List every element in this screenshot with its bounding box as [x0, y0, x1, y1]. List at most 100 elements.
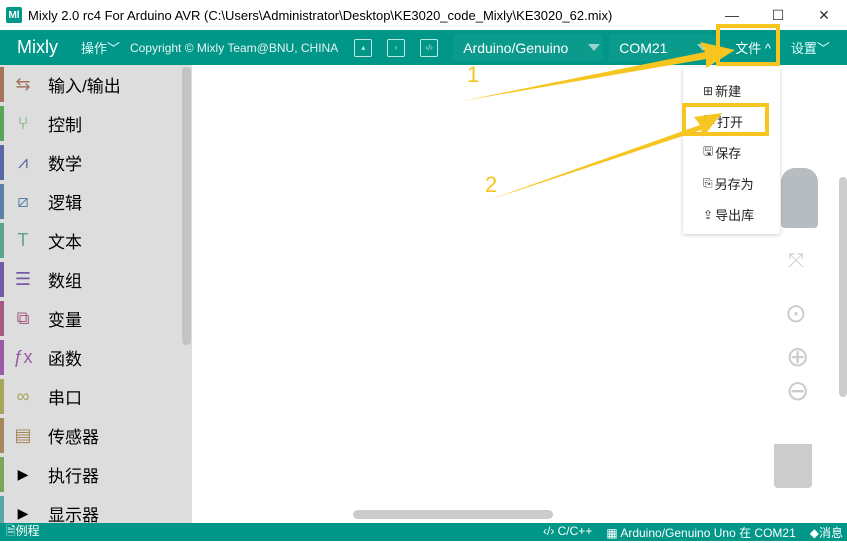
port-value: COM21	[619, 39, 668, 56]
category-icon: ƒx	[13, 347, 33, 367]
menu-item-label: 保存	[715, 146, 742, 161]
menu-item-label: 导出库	[715, 208, 755, 223]
category-icon: ⧄	[17, 191, 29, 211]
sidebar-category-item[interactable]: ▤ 传感器	[0, 416, 192, 455]
category-color-stripe	[0, 457, 4, 492]
category-icon: ⑂	[17, 113, 29, 133]
sidebar-category-item[interactable]: ƒx 函数	[0, 338, 192, 377]
examples-button[interactable]: 🗎例程	[6, 522, 40, 543]
file-menu-item[interactable]: 🗀 打开	[683, 106, 780, 137]
category-label: 显示器	[48, 506, 99, 523]
dropdown-arrow-icon	[588, 44, 601, 51]
category-label: 函数	[48, 350, 82, 369]
zoom-out-icon[interactable]: ⊖	[786, 374, 809, 407]
workspace-vertical-scrollbar[interactable]	[839, 177, 847, 397]
menu-item-icon: ⎘	[703, 176, 713, 190]
operate-menu[interactable]: 操作﹀	[81, 38, 120, 57]
board-status: ▦ Arduino/Genuino Uno 在 COM21	[606, 525, 796, 540]
zoom-in-icon[interactable]: ⊕	[786, 340, 809, 373]
category-label: 逻辑	[48, 194, 82, 213]
block-category-sidebar: ⇆ 输入/输出 ⑂ 控制 ⩘ 数学 ⧄ 逻辑 T 文本 ☰ 数组 ⧉ 变量 ƒx 函数 ∞ 串口 ▤ 传感器 ▶ 执行器 ▶…	[0, 65, 192, 523]
sidebar-category-item[interactable]: ⩘ 数学	[0, 143, 192, 182]
copyright: Copyright © Mixly Team@BNU, CHINA	[130, 40, 339, 55]
category-label: 传感器	[48, 428, 99, 447]
maximize-button[interactable]: ☐	[755, 0, 801, 30]
settings-menu[interactable]: 设置﹀	[791, 38, 830, 57]
category-color-stripe	[0, 379, 4, 414]
category-color-stripe	[0, 106, 4, 141]
sidebar-category-item[interactable]: ☰ 数组	[0, 260, 192, 299]
board-select[interactable]: Arduino/Genuino	[453, 34, 604, 61]
sidebar-category-item[interactable]: ∞ 串口	[0, 377, 192, 416]
dropdown-arrow-icon	[697, 44, 710, 51]
workspace-horizontal-scrollbar[interactable]	[353, 510, 553, 519]
file-menu-item[interactable]: ⇪ 导出库	[683, 199, 780, 230]
category-label: 数组	[48, 272, 82, 291]
category-label: 变量	[48, 311, 82, 330]
annotation-step-1: 1	[467, 62, 480, 87]
recenter-icon[interactable]: ⊙	[785, 298, 807, 329]
title-bar: Ml Mixly 2.0 rc4 For Arduino AVR (C:\Use…	[0, 0, 847, 30]
category-icon: ⧉	[16, 308, 30, 328]
category-label: 执行器	[48, 467, 99, 486]
category-icon: ∞	[16, 386, 30, 406]
logo: Mixly	[17, 37, 58, 57]
file-menu-item[interactable]: 🖫 保存	[683, 137, 780, 168]
sidebar-category-item[interactable]: ⑂ 控制	[0, 104, 192, 143]
board-value: Arduino/Genuino	[463, 39, 569, 56]
file-menu[interactable]: 文件 ^	[735, 38, 771, 57]
sidebar-scrollbar[interactable]	[182, 67, 191, 345]
fullscreen-icon[interactable]: ⤧	[788, 250, 804, 273]
file-dropdown-menu: ⊞ 新建 🗀 打开 🖫 保存 ⎘ 另存为 ⇪ 导出库	[683, 67, 780, 234]
window-title: Mixly 2.0 rc4 For Arduino AVR (C:\Users\…	[28, 7, 613, 23]
category-color-stripe	[0, 262, 4, 297]
trash-icon[interactable]	[774, 440, 812, 488]
category-icon: ☰	[14, 269, 32, 289]
category-color-stripe	[0, 145, 4, 180]
category-color-stripe	[0, 67, 4, 102]
file-menu-item[interactable]: ⊞ 新建	[683, 75, 780, 106]
sidebar-category-item[interactable]: ⇆ 输入/输出	[0, 65, 192, 104]
menu-item-label: 打开	[717, 115, 744, 130]
minimize-button[interactable]: —	[709, 0, 755, 30]
messages-button[interactable]: ◆消息	[810, 524, 843, 541]
category-icon: ⇆	[15, 74, 31, 94]
sidebar-category-item[interactable]: ▶ 显示器	[0, 494, 192, 523]
category-label: 数学	[48, 155, 82, 174]
menu-item-icon: 🖫	[703, 144, 714, 158]
category-label: 输入/输出	[48, 77, 121, 96]
category-color-stripe	[0, 496, 4, 523]
menu-item-icon: ⇪	[703, 207, 714, 222]
toolbar: Mixly 操作﹀ Copyright © Mixly Team@BNU, CH…	[0, 30, 847, 65]
category-icon: ▶	[17, 505, 29, 521]
sidebar-category-item[interactable]: ⧄ 逻辑	[0, 182, 192, 221]
menu-item-label: 另存为	[714, 177, 754, 192]
category-color-stripe	[0, 301, 4, 336]
category-label: 控制	[48, 116, 82, 135]
annotation-step-2: 2	[485, 172, 498, 197]
file-menu-item[interactable]: ⎘ 另存为	[683, 168, 780, 199]
sidebar-category-item[interactable]: T 文本	[0, 221, 192, 260]
category-color-stripe	[0, 340, 4, 375]
layout-side-icon[interactable]: ‹	[387, 38, 406, 57]
language-indicator: ‹/› C/C++	[542, 523, 593, 538]
port-select[interactable]: COM21	[609, 34, 720, 61]
sidebar-category-item[interactable]: ⧉ 变量	[0, 299, 192, 338]
sidebar-category-item[interactable]: ▶ 执行器	[0, 455, 192, 494]
layout-top-icon[interactable]: ▴	[354, 38, 373, 57]
backpack-icon[interactable]	[781, 168, 818, 228]
category-label: 串口	[48, 389, 82, 408]
category-icon: T	[17, 230, 29, 250]
category-icon: ⩘	[17, 152, 29, 172]
category-color-stripe	[0, 223, 4, 258]
category-icon: ▤	[14, 425, 32, 445]
app-icon: Ml	[6, 7, 22, 23]
category-icon: ▶	[17, 466, 29, 482]
menu-item-label: 新建	[715, 84, 742, 99]
menu-item-icon: ⊞	[703, 83, 714, 98]
code-icon[interactable]: ‹/›	[420, 38, 439, 57]
status-bar: 🗎例程 ‹/› C/C++ ▦ Arduino/Genuino Uno 在 CO…	[0, 523, 847, 541]
category-label: 文本	[48, 233, 82, 252]
close-button[interactable]: ✕	[801, 0, 847, 30]
category-color-stripe	[0, 418, 4, 453]
